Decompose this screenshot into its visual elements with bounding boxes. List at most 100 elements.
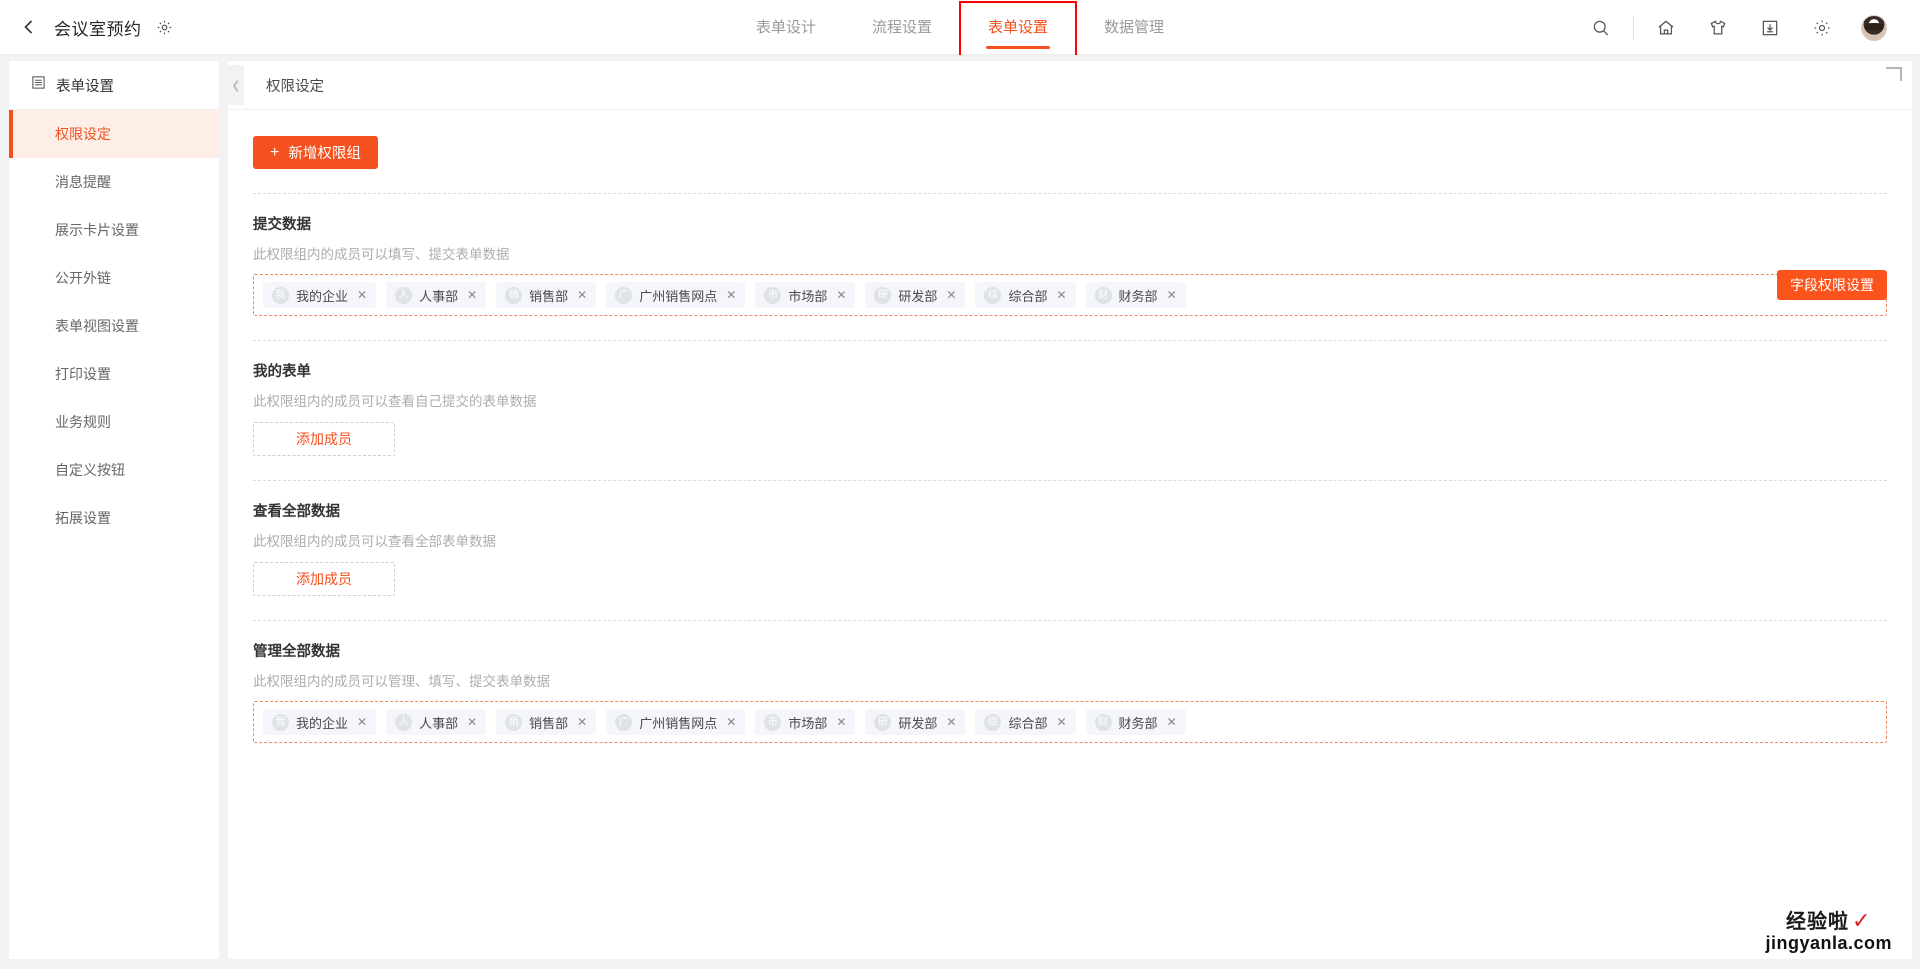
tag-label: 财务部 [1118, 288, 1158, 304]
sidebar-item-public-link[interactable]: 公开外链 [9, 254, 219, 302]
member-tag[interactable]: 我 我的企业 ✕ [263, 709, 377, 735]
tag-label: 市场部 [788, 715, 828, 731]
member-tag-list[interactable]: 我 我的企业 ✕ 人 人事部 ✕ 销 销售部 ✕ 广 广州销售网点 ✕ 市 市场… [253, 701, 1887, 743]
search-icon[interactable] [1575, 0, 1627, 55]
member-tag[interactable]: 市 市场部 ✕ [755, 282, 856, 308]
tag-avatar: 财 [1094, 713, 1112, 731]
tag-avatar: 我 [272, 286, 289, 304]
close-icon[interactable]: ✕ [1167, 288, 1177, 302]
tab-process-settings[interactable]: 流程设置 [844, 0, 960, 55]
settings-gear-icon[interactable] [1796, 0, 1848, 55]
close-icon[interactable]: ✕ [1167, 715, 1177, 729]
add-member-button[interactable]: 添加成员 [253, 422, 395, 456]
close-icon[interactable]: ✕ [357, 715, 367, 729]
body-area: 表单设置 权限设定 消息提醒 展示卡片设置 公开外链 表单视图设置 打印设置 业… [0, 55, 1920, 969]
resize-corner-icon [1886, 67, 1902, 81]
chevron-left-icon[interactable] [18, 16, 40, 38]
tab-data-management[interactable]: 数据管理 [1076, 0, 1192, 55]
tag-label: 综合部 [1008, 288, 1048, 304]
close-icon[interactable]: ✕ [577, 715, 587, 729]
member-tag[interactable]: 人 人事部 ✕ [386, 282, 487, 308]
add-permission-group-button[interactable]: + 新增权限组 [253, 136, 378, 169]
gear-icon[interactable] [156, 18, 174, 36]
member-tag[interactable]: 销 销售部 ✕ [496, 282, 597, 308]
page-title: 会议室预约 [54, 19, 142, 39]
tag-avatar: 综 [984, 713, 1002, 731]
section-title: 查看全部数据 [253, 504, 340, 520]
close-icon[interactable]: ✕ [357, 288, 367, 302]
sidebar-item-permission-settings[interactable]: 权限设定 [9, 110, 219, 158]
member-tag[interactable]: 我 我的企业 ✕ [263, 282, 377, 308]
close-icon[interactable]: ✕ [726, 288, 736, 302]
close-icon[interactable]: ✕ [836, 288, 846, 302]
member-tag[interactable]: 广 广州销售网点 ✕ [606, 709, 746, 735]
sidebar: 表单设置 权限设定 消息提醒 展示卡片设置 公开外链 表单视图设置 打印设置 业… [9, 61, 219, 959]
tag-avatar: 市 [764, 286, 782, 304]
close-icon[interactable]: ✕ [946, 715, 956, 729]
sidebar-item-business-rules[interactable]: 业务规则 [9, 398, 219, 446]
add-permission-group-label: 新增权限组 [288, 146, 361, 162]
tag-label: 广州销售网点 [639, 715, 718, 731]
member-tag-list[interactable]: 我 我的企业 ✕ 人 人事部 ✕ 销 销售部 ✕ 广 广州销售网点 ✕ 市 市场… [253, 274, 1887, 316]
close-icon[interactable]: ✕ [1056, 288, 1066, 302]
tag-label: 综合部 [1008, 715, 1048, 731]
member-tag[interactable]: 综 综合部 ✕ [975, 282, 1076, 308]
home-icon[interactable] [1640, 0, 1692, 55]
section-description: 此权限组内的成员可以查看自己提交的表单数据 [253, 394, 537, 409]
sidebar-item-display-card-settings[interactable]: 展示卡片设置 [9, 206, 219, 254]
tag-label: 研发部 [898, 715, 938, 731]
collapse-sidebar-button[interactable]: ❮ [228, 65, 244, 105]
member-tag[interactable]: 广 广州销售网点 ✕ [606, 282, 746, 308]
tab-form-settings[interactable]: 表单设置 [960, 0, 1076, 55]
member-tag[interactable]: 研 研发部 ✕ [865, 709, 966, 735]
download-icon[interactable] [1744, 0, 1796, 55]
add-member-button[interactable]: 添加成员 [253, 562, 395, 596]
sidebar-item-message-reminder[interactable]: 消息提醒 [9, 158, 219, 206]
top-bar: 会议室预约 表单设计 流程设置 表单设置 数据管理 [0, 0, 1920, 63]
tag-avatar: 广 [615, 286, 633, 304]
tag-label: 广州销售网点 [639, 288, 718, 304]
close-icon[interactable]: ✕ [946, 288, 956, 302]
breadcrumb: 权限设定 [266, 78, 324, 95]
close-icon[interactable]: ✕ [577, 288, 587, 302]
content-header: ❮ 权限设定 [228, 61, 1912, 110]
section-my-forms: 我的表单 此权限组内的成员可以查看自己提交的表单数据 添加成员 [253, 341, 1887, 456]
member-tag[interactable]: 财 财务部 ✕ [1085, 709, 1186, 735]
tag-avatar: 财 [1094, 286, 1112, 304]
section-view-all-data: 查看全部数据 此权限组内的成员可以查看全部表单数据 添加成员 [253, 481, 1887, 596]
member-tag[interactable]: 综 综合部 ✕ [975, 709, 1076, 735]
tag-label: 人事部 [419, 715, 459, 731]
close-icon[interactable]: ✕ [1056, 715, 1066, 729]
member-tag[interactable]: 财 财务部 ✕ [1085, 282, 1186, 308]
tag-avatar: 人 [395, 286, 413, 304]
skin-icon[interactable] [1692, 0, 1744, 55]
tag-label: 市场部 [788, 288, 828, 304]
close-icon[interactable]: ✕ [726, 715, 736, 729]
tag-avatar: 市 [764, 713, 782, 731]
member-tag[interactable]: 销 销售部 ✕ [496, 709, 597, 735]
tag-label: 人事部 [419, 288, 459, 304]
sidebar-item-custom-button[interactable]: 自定义按钮 [9, 446, 219, 494]
tag-label: 研发部 [898, 288, 938, 304]
sidebar-header-label: 表单设置 [56, 78, 114, 95]
member-tag[interactable]: 市 市场部 ✕ [755, 709, 856, 735]
divider [1633, 15, 1634, 40]
top-bar-right [1575, 0, 1900, 55]
close-icon[interactable]: ✕ [467, 288, 477, 302]
check-icon: ✓ [1852, 908, 1872, 933]
sidebar-item-print-settings[interactable]: 打印设置 [9, 350, 219, 398]
list-icon [31, 75, 46, 95]
user-avatar[interactable] [1848, 0, 1900, 55]
tab-form-design[interactable]: 表单设计 [728, 0, 844, 55]
close-icon[interactable]: ✕ [467, 715, 477, 729]
field-permission-settings-button[interactable]: 字段权限设置 [1777, 270, 1887, 300]
tag-label: 财务部 [1118, 715, 1158, 731]
tag-avatar: 销 [505, 286, 523, 304]
member-tag[interactable]: 研 研发部 ✕ [865, 282, 966, 308]
close-icon[interactable]: ✕ [836, 715, 846, 729]
sidebar-item-form-view-settings[interactable]: 表单视图设置 [9, 302, 219, 350]
plus-icon: + [270, 143, 280, 161]
content-body: + 新增权限组 字段权限设置 提交数据 此权限组内的成员可以填写、提交表单数据 … [228, 110, 1912, 958]
member-tag[interactable]: 人 人事部 ✕ [386, 709, 487, 735]
sidebar-item-extension-settings[interactable]: 拓展设置 [9, 494, 219, 542]
